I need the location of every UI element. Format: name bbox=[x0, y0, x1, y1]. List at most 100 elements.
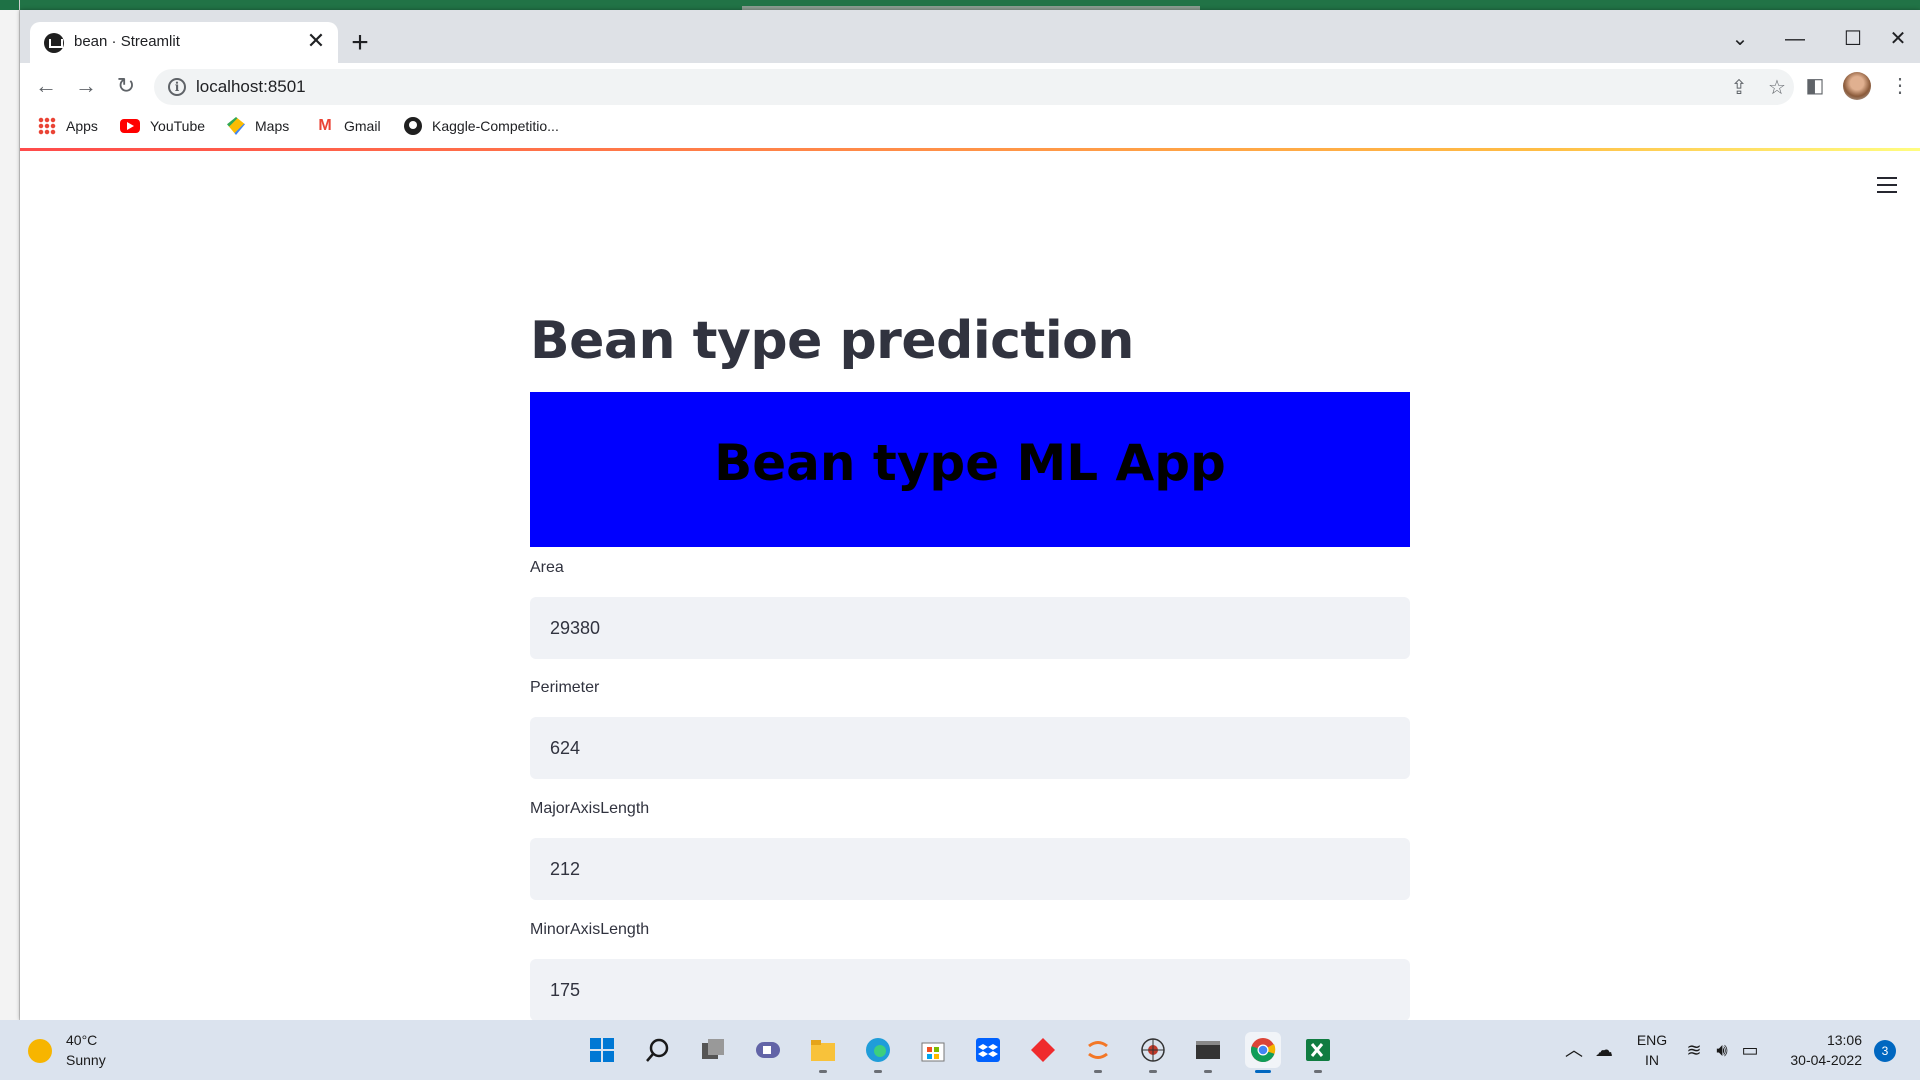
share-icon[interactable]: ⇪ bbox=[1726, 75, 1752, 101]
sun-weather-icon[interactable] bbox=[28, 1039, 52, 1063]
major-axis-length-label: MajorAxisLength bbox=[530, 800, 650, 817]
running-indicator bbox=[1314, 1070, 1322, 1073]
app-banner: Bean type ML App bbox=[530, 392, 1410, 547]
close-tab-icon[interactable]: ✕ bbox=[304, 29, 328, 53]
address-bar[interactable]: i localhost:8501 ⇪ ☆ bbox=[154, 69, 1794, 105]
onedrive-cloud-icon[interactable]: ☁ bbox=[1592, 1038, 1616, 1062]
weather-description[interactable]: Sunny bbox=[66, 1052, 106, 1068]
bookmark-label: Maps bbox=[255, 118, 290, 134]
chrome-button[interactable] bbox=[1245, 1032, 1281, 1073]
banner-heading: Bean type ML App bbox=[714, 434, 1226, 492]
bookmark-maps[interactable]: Maps bbox=[227, 115, 289, 137]
bookmark-star-icon[interactable]: ☆ bbox=[1764, 75, 1790, 101]
tab-search-chevron-icon[interactable]: ⌄ bbox=[1725, 24, 1755, 54]
task-view-button[interactable] bbox=[695, 1032, 731, 1068]
store-icon bbox=[921, 1042, 945, 1062]
streamlit-crown-icon bbox=[44, 33, 64, 53]
bookmark-label: YouTube bbox=[150, 118, 206, 134]
search-icon bbox=[646, 1038, 669, 1062]
area-input[interactable] bbox=[530, 597, 1410, 659]
file-explorer-button[interactable] bbox=[805, 1032, 841, 1073]
new-tab-button[interactable]: + bbox=[345, 28, 375, 58]
perimeter-label: Perimeter bbox=[530, 679, 600, 696]
bookmark-youtube[interactable]: YouTube bbox=[120, 115, 205, 137]
maximize-button[interactable]: ☐ bbox=[1838, 24, 1868, 54]
bookmark-gmail[interactable]: M Gmail bbox=[316, 115, 381, 137]
anydesk-button[interactable] bbox=[1025, 1032, 1061, 1068]
running-indicator bbox=[874, 1070, 882, 1073]
major-axis-length-input[interactable] bbox=[530, 838, 1410, 900]
gmail-icon: M bbox=[318, 117, 332, 134]
minimize-button[interactable]: — bbox=[1780, 24, 1810, 54]
volume-icon[interactable]: 🔊︎ bbox=[1710, 1038, 1734, 1062]
show-hidden-icons-chevron-icon[interactable]: ︿ bbox=[1562, 1038, 1586, 1062]
site-info-icon[interactable]: i bbox=[168, 78, 186, 96]
windows-taskbar: 40°C Sunny ︿ ☁ ENG IN ≋ 🔊︎ ▭ 13:06 30-04… bbox=[0, 1020, 1920, 1080]
reload-icon[interactable]: ↻ bbox=[110, 70, 142, 102]
weather-temperature[interactable]: 40°C bbox=[66, 1032, 97, 1048]
dropbox-icon bbox=[976, 1038, 1000, 1062]
background-excel-window bbox=[0, 0, 20, 1020]
battery-icon[interactable]: ▭ bbox=[1738, 1038, 1762, 1062]
tab-title: bean · Streamlit bbox=[74, 33, 180, 50]
page-title: Bean type prediction bbox=[530, 311, 1134, 371]
bookmark-kaggle[interactable]: Kaggle-Competitio... bbox=[404, 115, 559, 137]
url-text[interactable]: localhost:8501 bbox=[196, 77, 306, 97]
apps-grid-icon bbox=[38, 117, 56, 135]
language-indicator[interactable]: ENG IN bbox=[1634, 1032, 1670, 1072]
forward-arrow-icon[interactable]: → bbox=[70, 70, 102, 102]
bookmark-label: Gmail bbox=[344, 118, 381, 134]
running-indicator bbox=[1255, 1070, 1271, 1073]
profile-avatar[interactable] bbox=[1843, 72, 1871, 100]
side-panel-icon[interactable]: ◧ bbox=[1801, 72, 1829, 100]
hamburger-menu-icon[interactable] bbox=[1877, 177, 1897, 193]
bookmark-apps[interactable]: Apps bbox=[38, 115, 98, 137]
task-view-icon bbox=[702, 1039, 724, 1059]
github-icon bbox=[404, 117, 422, 135]
region-code: IN bbox=[1645, 1052, 1659, 1068]
terminal-button[interactable] bbox=[1190, 1032, 1226, 1073]
running-indicator bbox=[1094, 1070, 1102, 1073]
excel-icon bbox=[1306, 1039, 1330, 1061]
tab-active[interactable]: bean · Streamlit ✕ bbox=[30, 22, 338, 63]
browser-toolbar: ← → ↻ i localhost:8501 ⇪ ☆ ◧ ⋮ bbox=[20, 63, 1920, 109]
excel-button[interactable] bbox=[1300, 1032, 1336, 1073]
anydesk-icon bbox=[1031, 1038, 1055, 1062]
wifi-icon[interactable]: ≋ bbox=[1682, 1038, 1706, 1062]
streamlit-app: Bean type prediction Bean type ML App Ar… bbox=[20, 151, 1920, 1020]
browser-window: bean · Streamlit ✕ + ⌄ — ☐ ✕ ← → ↻ i loc… bbox=[20, 10, 1920, 1020]
folder-icon bbox=[811, 1040, 835, 1061]
chat-icon bbox=[756, 1042, 780, 1058]
back-arrow-icon[interactable]: ← bbox=[30, 70, 62, 102]
clock-time: 13:06 bbox=[1826, 1032, 1862, 1048]
close-window-button[interactable]: ✕ bbox=[1883, 24, 1913, 54]
windows-logo-icon bbox=[590, 1038, 614, 1062]
store-button[interactable] bbox=[915, 1032, 951, 1068]
clock-date: 30-04-2022 bbox=[1790, 1052, 1862, 1068]
bookmark-label: Apps bbox=[66, 118, 98, 134]
bookmark-label: Kaggle-Competitio... bbox=[432, 118, 559, 134]
background-window-strip bbox=[0, 0, 1920, 10]
area-label: Area bbox=[530, 559, 564, 576]
notification-badge[interactable]: 3 bbox=[1874, 1040, 1896, 1062]
terminal-icon bbox=[1196, 1041, 1220, 1059]
teams-chat-button[interactable] bbox=[750, 1032, 786, 1068]
dropbox-button[interactable] bbox=[970, 1032, 1006, 1068]
chrome-icon bbox=[1251, 1038, 1276, 1062]
minor-axis-length-input[interactable] bbox=[530, 959, 1410, 1020]
jupyter-icon bbox=[1088, 1041, 1108, 1059]
youtube-icon bbox=[120, 119, 140, 133]
menu-kebab-icon[interactable]: ⋮ bbox=[1886, 72, 1914, 100]
running-indicator bbox=[1204, 1070, 1212, 1073]
clock[interactable]: 13:06 30-04-2022 bbox=[1776, 1032, 1862, 1072]
jupyter-button[interactable] bbox=[1080, 1032, 1116, 1073]
start-button[interactable] bbox=[584, 1032, 620, 1068]
spider-icon bbox=[1141, 1038, 1165, 1062]
search-button[interactable] bbox=[640, 1032, 676, 1068]
running-indicator bbox=[819, 1070, 827, 1073]
edge-button[interactable] bbox=[860, 1032, 896, 1073]
spider-app-button[interactable] bbox=[1135, 1032, 1171, 1073]
perimeter-input[interactable] bbox=[530, 717, 1410, 779]
maps-icon bbox=[227, 117, 245, 135]
language-code: ENG bbox=[1636, 1032, 1668, 1048]
